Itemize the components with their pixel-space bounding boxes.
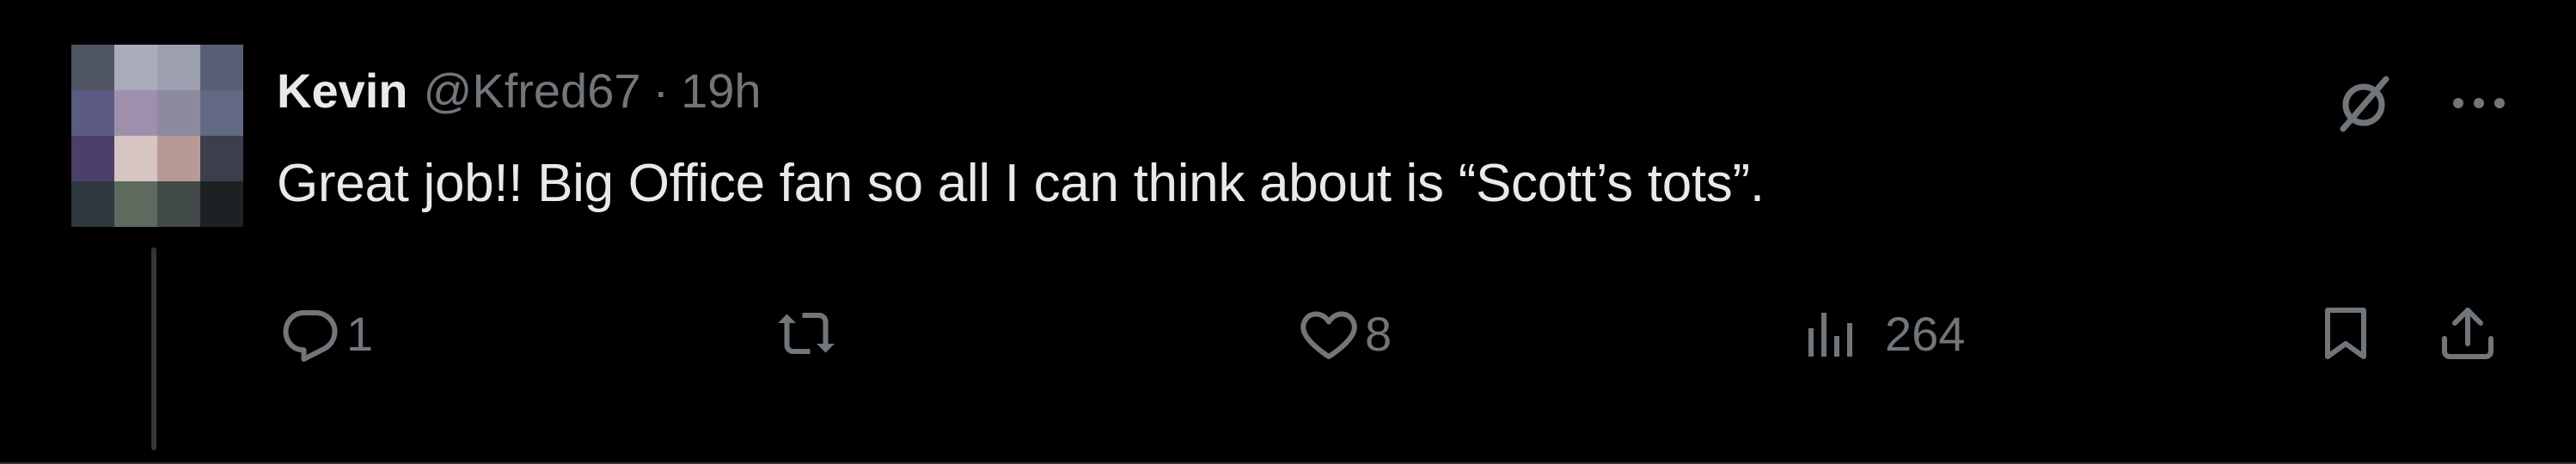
avatar-pixel [71, 90, 114, 136]
avatar-pixel [200, 45, 243, 90]
tweet-header: Kevin @Kfred67 · 19h [277, 60, 762, 120]
reply-count: 1 [346, 306, 374, 361]
avatar-pixel [114, 181, 157, 227]
avatar-pixel [71, 181, 114, 227]
bookmark-button[interactable] [2315, 299, 2377, 368]
avatar-pixel [71, 45, 114, 90]
views-icon [1808, 313, 1852, 357]
avatar-pixel [200, 90, 243, 136]
avatar-pixel [114, 45, 157, 90]
avatar-pixel [114, 90, 157, 136]
tweet-text: Great job!! Big Office fan so all I can … [277, 154, 1765, 213]
avatar-pixel [200, 181, 243, 227]
like-icon [1300, 311, 1357, 359]
timestamp[interactable]: 19h [681, 63, 761, 119]
share-icon [2442, 308, 2493, 359]
tweet[interactable]: Kevin @Kfred67 · 19h Great job!! Big Off… [0, 0, 2576, 464]
avatar-pixel [71, 136, 114, 181]
avatar-pixel [114, 136, 157, 181]
share-button[interactable] [2437, 299, 2499, 368]
more-icon[interactable] [2443, 67, 2515, 139]
avatar-pixel [157, 136, 200, 181]
reply-button[interactable]: 1 [279, 299, 373, 368]
reply-icon [283, 310, 338, 362]
grok-icon[interactable] [2328, 67, 2400, 139]
separator-dot: · [652, 63, 670, 118]
display-name[interactable]: Kevin [277, 63, 408, 119]
views-count: 264 [1885, 306, 1966, 361]
thread-line [151, 247, 156, 450]
like-button[interactable]: 8 [1298, 299, 1392, 368]
retweet-button[interactable] [775, 299, 837, 368]
avatar-pixel [200, 136, 243, 181]
retweet-icon [778, 313, 835, 354]
bookmark-icon [2325, 308, 2366, 359]
like-count: 8 [1365, 306, 1392, 361]
avatar-pixel [157, 90, 200, 136]
avatar-pixel [157, 45, 200, 90]
more-icon-glyph [2453, 98, 2505, 108]
avatar[interactable] [71, 45, 243, 227]
views-button[interactable]: 264 [1801, 299, 1965, 368]
grok-icon-glyph [2340, 76, 2389, 132]
handle[interactable]: @Kfred67 [424, 63, 641, 119]
avatar-pixel [157, 181, 200, 227]
